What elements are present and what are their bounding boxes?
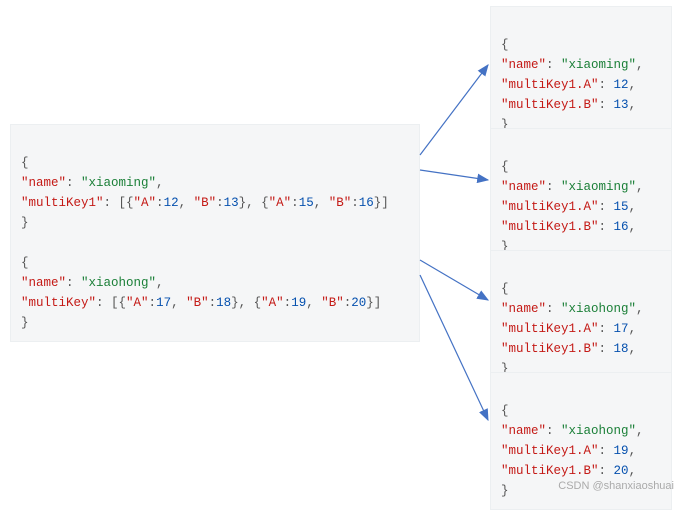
arrow-icon: [420, 260, 488, 300]
json-key: "multiKey": [21, 296, 96, 310]
source-json-box: { "name": "xiaoming", "multiKey1": [{"A"…: [10, 124, 420, 342]
result-json-box-3: { "name": "xiaohong", "multiKey1.A": 17,…: [490, 250, 672, 388]
arrow-icon: [420, 275, 488, 420]
json-key: "name": [21, 176, 66, 190]
result-json-box-2: { "name": "xiaoming", "multiKey1.A": 15,…: [490, 128, 672, 266]
brace: }: [21, 316, 29, 330]
json-str: "xiaohong": [81, 276, 156, 290]
watermark-text: CSDN @shanxiaoshuai: [558, 478, 674, 496]
brace: {: [21, 256, 29, 270]
result-json-box-1: { "name": "xiaoming", "multiKey1.A": 12,…: [490, 6, 672, 144]
brace: }: [21, 216, 29, 230]
arrow-icon: [420, 170, 488, 180]
json-key: "name": [21, 276, 66, 290]
json-key: "multiKey1": [21, 196, 104, 210]
brace: {: [21, 156, 29, 170]
json-str: "xiaoming": [81, 176, 156, 190]
arrow-icon: [420, 65, 488, 155]
